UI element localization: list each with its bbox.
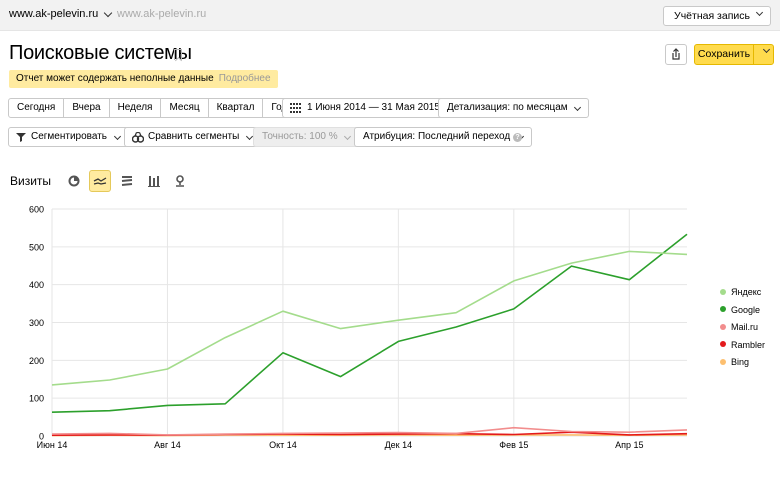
detail-label: Детализация: по месяцам <box>447 102 568 113</box>
save-options-button[interactable] <box>753 44 774 65</box>
page-title: Поисковые системы <box>9 42 192 64</box>
compare-segments-button[interactable]: Сравнить сегменты <box>124 127 262 147</box>
notice-more-link[interactable]: Подробнее <box>219 73 271 84</box>
period-selector: Сегодня Вчера Неделя Месяц Квартал Год <box>8 98 297 118</box>
period-month[interactable]: Месяц <box>160 99 207 117</box>
attribution-label: Атрибуция: Последний переход <box>363 131 511 142</box>
date-range-label: 1 Июня 2014 — 31 Мая 2015 <box>307 102 440 113</box>
legend-item[interactable]: Rambler <box>720 340 765 358</box>
top-bar: www.ak-pelevin.ru www.ak-pelevin.ru Учёт… <box>0 0 780 31</box>
account-button-label: Учётная запись <box>674 10 750 22</box>
legend-label: Яндекс <box>731 287 762 297</box>
y-tick-label: 400 <box>29 280 44 290</box>
x-tick-label: Авг 14 <box>154 440 181 450</box>
y-tick-label: 200 <box>29 356 44 366</box>
segment-button[interactable]: Сегментировать <box>8 127 129 147</box>
legend-swatch <box>720 323 726 330</box>
legend-label: Mail.ru <box>731 322 759 332</box>
segment-label: Сегментировать <box>31 131 108 142</box>
pie-chart-button[interactable] <box>63 170 85 192</box>
legend-label: Rambler <box>731 339 766 350</box>
line-chart-button[interactable] <box>89 170 111 192</box>
area-chart-button[interactable] <box>116 170 138 192</box>
x-tick-label: Окт 14 <box>269 440 297 450</box>
legend-item[interactable]: Яндекс <box>720 287 765 305</box>
legend-label: Google <box>731 304 761 315</box>
y-tick-label: 100 <box>29 394 44 404</box>
map-icon <box>176 175 184 187</box>
period-week[interactable]: Неделя <box>108 99 161 117</box>
series-line[interactable] <box>51 233 688 413</box>
chevron-down-icon <box>113 132 121 141</box>
filter-icon <box>16 133 26 142</box>
metric-label: Визиты <box>10 174 52 188</box>
legend-swatch <box>720 358 726 365</box>
notice-text: Отчет может содержать неполные данные <box>16 73 214 84</box>
y-tick-label: 300 <box>29 318 44 328</box>
share-button[interactable] <box>665 44 687 65</box>
period-today[interactable]: Сегодня <box>9 99 63 117</box>
chevron-down-icon <box>104 8 113 17</box>
visits-line-chart: 0100200300400500600Июн 14 Авг 14 Окт 14 Дек… <box>29 205 688 450</box>
legend-label: Bing <box>731 357 750 367</box>
account-button[interactable]: Учётная запись <box>663 6 771 26</box>
date-range-picker[interactable]: 1 Июня 2014 — 31 Мая 2015 <box>282 98 449 118</box>
chart-legend: Яндекс Google Mail.ru Rambler Bing <box>720 287 765 375</box>
chevron-down-icon <box>574 103 582 112</box>
line-chart-icon <box>93 177 107 185</box>
chevron-down-icon <box>344 132 352 141</box>
bar-chart-icon <box>148 176 160 187</box>
area-chart-icon <box>121 176 133 186</box>
share-icon <box>672 48 680 60</box>
accuracy-select[interactable]: Точность: 100 % <box>253 127 360 147</box>
compare-icon <box>132 132 144 143</box>
site-selector[interactable]: www.ak-pelevin.ru <box>9 8 113 20</box>
y-tick-label: 600 <box>29 205 44 215</box>
y-tick-label: 500 <box>29 242 44 252</box>
bar-chart-button[interactable] <box>143 170 165 192</box>
calendar-icon <box>290 103 301 113</box>
map-button[interactable] <box>169 170 191 192</box>
legend-swatch <box>720 341 726 347</box>
chevron-down-icon <box>755 8 764 17</box>
pie-chart-icon <box>68 175 80 187</box>
incomplete-data-notice: Отчет может содержать неполные данные Под… <box>9 70 278 88</box>
period-quarter[interactable]: Квартал <box>207 99 263 117</box>
bookmark-icon[interactable] <box>174 49 182 60</box>
legend-item[interactable]: Mail.ru <box>720 322 765 340</box>
legend-item[interactable]: Bing <box>720 357 765 375</box>
chevron-down-icon <box>762 45 771 54</box>
compare-label: Сравнить сегменты <box>148 131 240 142</box>
x-tick-label: Дек 14 <box>385 440 413 450</box>
attribution-select[interactable]: Атрибуция: Последний переход <box>354 127 532 147</box>
x-tick-label: Фев 15 <box>499 440 528 450</box>
x-tick-label: Апр 15 <box>615 440 643 450</box>
detail-select[interactable]: Детализация: по месяцам <box>438 98 590 118</box>
accuracy-label: Точность: 100 % <box>262 131 338 142</box>
legend-swatch <box>720 288 726 295</box>
help-icon[interactable]: ? <box>513 133 522 142</box>
legend-swatch <box>720 306 726 312</box>
legend-item[interactable]: Google <box>720 305 765 323</box>
site-ghost-label: www.ak-pelevin.ru <box>117 8 207 20</box>
period-yesterday[interactable]: Вчера <box>63 99 108 117</box>
save-button[interactable]: Сохранить <box>694 44 754 65</box>
site-selector-label: www.ak-pelevin.ru <box>9 8 99 20</box>
x-tick-label: Июн 14 <box>37 440 68 450</box>
